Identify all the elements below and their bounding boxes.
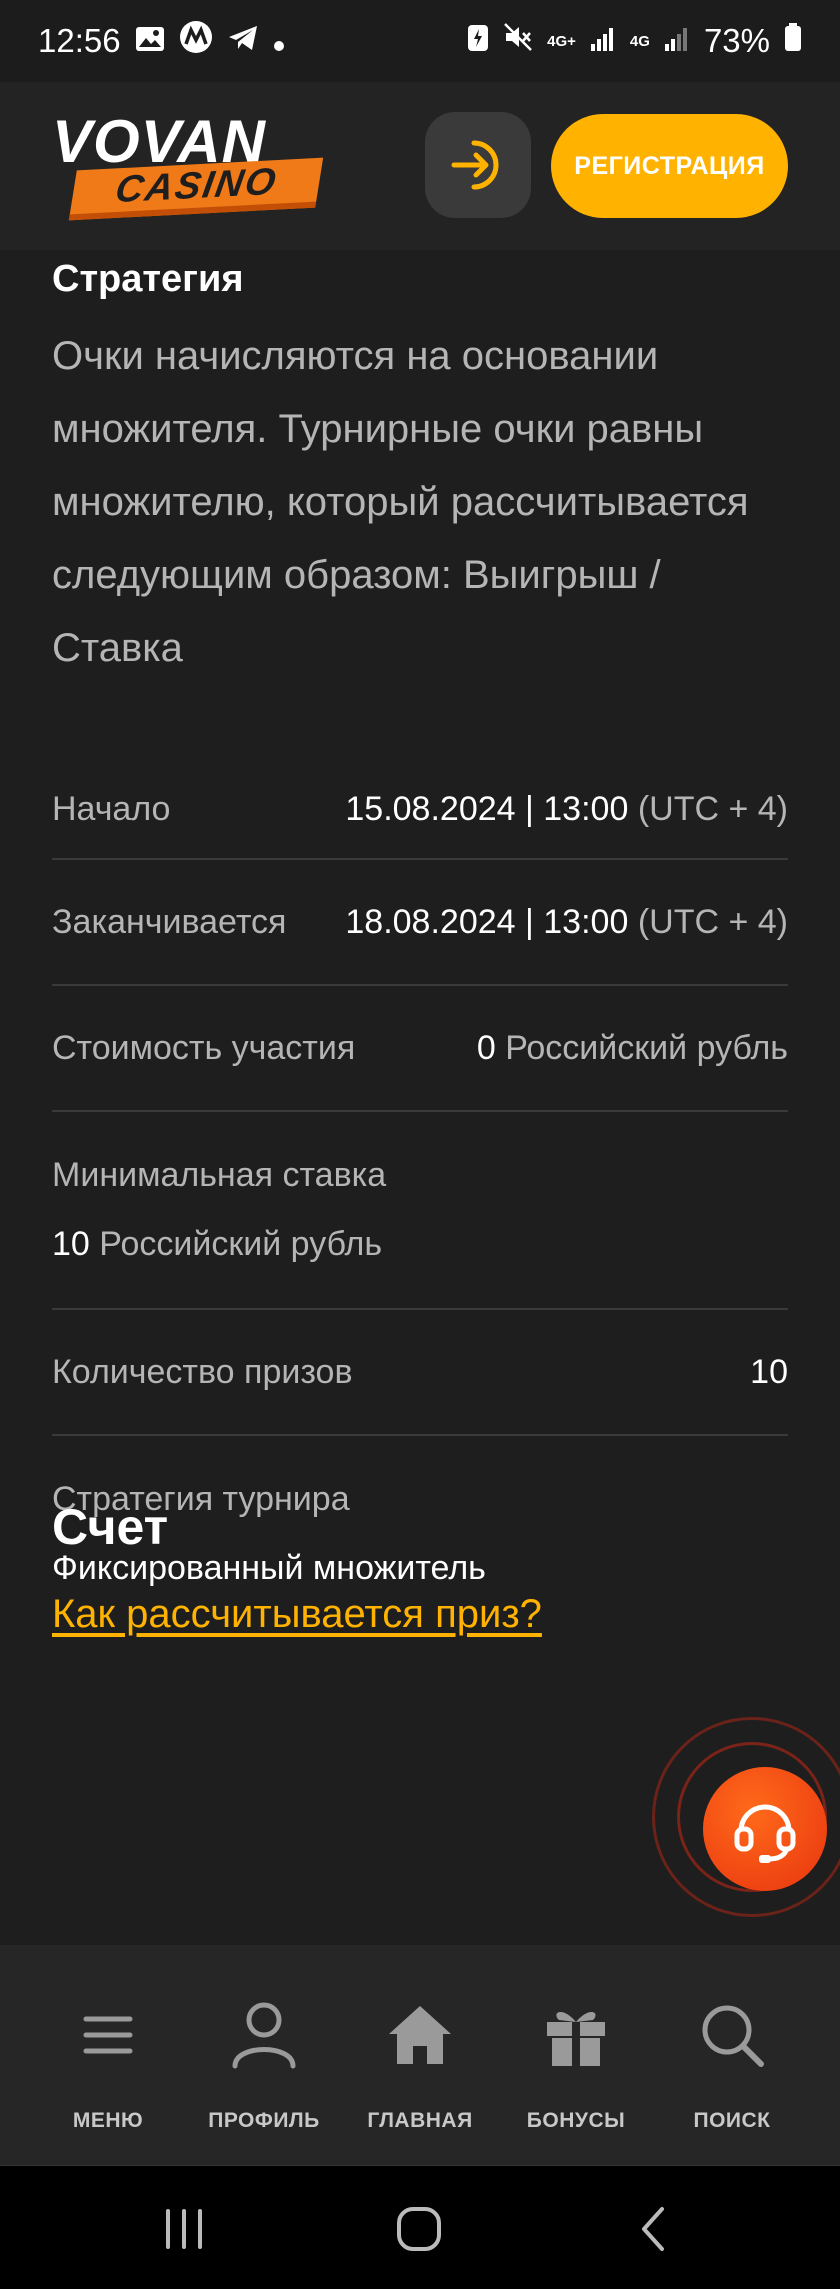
end-label: Заканчивается <box>52 902 287 941</box>
support-chat-button[interactable] <box>703 1767 827 1891</box>
vovan-casino-logo[interactable]: VOVAN CASINO <box>52 112 324 222</box>
bottom-navigation: МЕНЮ ПРОФИЛЬ ГЛАВНАЯ БОНУСЫ ПОИСК <box>0 1945 840 2165</box>
app-notification-icon <box>179 20 213 62</box>
mute-icon <box>503 22 533 60</box>
min-bet-currency: Российский рубль <box>99 1225 383 1263</box>
detail-row-cost: Стоимость участия 0 Российский рубль <box>52 986 788 1112</box>
register-button[interactable]: РЕГИСТРАЦИЯ <box>551 114 788 218</box>
detail-row-min-bet: Минимальная ставка 10 Российский рубль <box>52 1112 788 1310</box>
score-title: Счет <box>52 1499 169 1555</box>
nav-bonuses[interactable]: БОНУСЫ <box>501 1945 651 2165</box>
start-timezone: (UTC + 4) <box>637 789 788 828</box>
recent-apps-icon <box>166 2209 202 2249</box>
profile-icon <box>231 1995 297 2075</box>
detail-row-prizes: Количество призов 10 <box>52 1310 788 1436</box>
site-header: VOVAN CASINO РЕГИСТРАЦИЯ <box>0 82 840 250</box>
battery-percent: 73% <box>703 22 770 59</box>
telegram-icon <box>227 22 259 60</box>
back-button[interactable] <box>638 2204 668 2254</box>
battery-icon <box>784 22 802 60</box>
home-icon <box>385 1995 455 2075</box>
cost-amount: 0 <box>476 1028 496 1067</box>
notification-dot-icon <box>273 22 285 60</box>
min-bet-label: Минимальная ставка <box>52 1156 387 1194</box>
status-time: 12:56 <box>38 22 121 59</box>
status-bar-left: 12:56 <box>38 20 285 62</box>
start-label: Начало <box>52 789 171 828</box>
signal-icon-2 <box>664 22 690 60</box>
nav-search[interactable]: ПОИСК <box>657 1945 807 2165</box>
prizes-label: Количество призов <box>52 1352 353 1391</box>
menu-icon <box>83 1995 133 2075</box>
login-arrow-icon <box>451 140 499 190</box>
recent-apps-button[interactable] <box>163 2204 205 2254</box>
home-system-button[interactable] <box>396 2204 442 2254</box>
nav-profile-label: ПРОФИЛЬ <box>208 2109 320 2132</box>
battery-saver-icon <box>467 22 489 60</box>
search-icon <box>699 1995 765 2075</box>
nav-menu-label: МЕНЮ <box>72 2109 144 2132</box>
cost-label: Стоимость участия <box>52 1028 356 1067</box>
nav-search-label: ПОИСК <box>693 2109 771 2132</box>
strategy-title: Стратегия <box>52 258 244 300</box>
gift-icon <box>543 1995 609 2075</box>
prizes-value: 10 <box>750 1352 788 1391</box>
status-bar-right: 4G+ 4G 73% <box>467 22 802 60</box>
cost-currency: Российский рубль <box>505 1028 788 1067</box>
nav-home-label: ГЛАВНАЯ <box>367 2109 473 2132</box>
signal-icon-1 <box>590 22 616 60</box>
prize-calculation-link[interactable]: Как рассчитывается приз? <box>52 1592 542 1637</box>
nav-profile[interactable]: ПРОФИЛЬ <box>189 1945 339 2165</box>
status-bar: 12:56 4G+ 4G 73% <box>0 0 840 82</box>
detail-row-end: Заканчивается 18.08.2024 | 13:00 (UTC + … <box>52 860 788 986</box>
detail-row-start: Начало 15.08.2024 | 13:00 (UTC + 4) <box>52 760 788 860</box>
nav-home[interactable]: ГЛАВНАЯ <box>345 1945 495 2165</box>
end-value: 18.08.2024 | 13:00 <box>345 902 629 941</box>
home-circle-icon <box>397 2207 441 2251</box>
strategy-description: Очки начисляются на основании множителя.… <box>52 334 749 670</box>
start-value: 15.08.2024 | 13:00 <box>345 789 629 828</box>
gallery-icon <box>135 22 165 60</box>
end-timezone: (UTC + 4) <box>637 902 788 941</box>
nav-bonuses-label: БОНУСЫ <box>526 2109 626 2132</box>
headset-icon <box>734 1804 796 1863</box>
back-chevron-icon <box>642 2207 664 2251</box>
logo-text-bottom: CASINO <box>112 160 281 211</box>
system-navigation-bar <box>0 2165 840 2289</box>
network-type-2: 4G <box>629 32 650 50</box>
login-button[interactable] <box>425 112 531 218</box>
network-type-1: 4G+ <box>547 32 576 50</box>
nav-menu[interactable]: МЕНЮ <box>33 1945 183 2165</box>
min-bet-amount: 10 <box>52 1225 90 1263</box>
